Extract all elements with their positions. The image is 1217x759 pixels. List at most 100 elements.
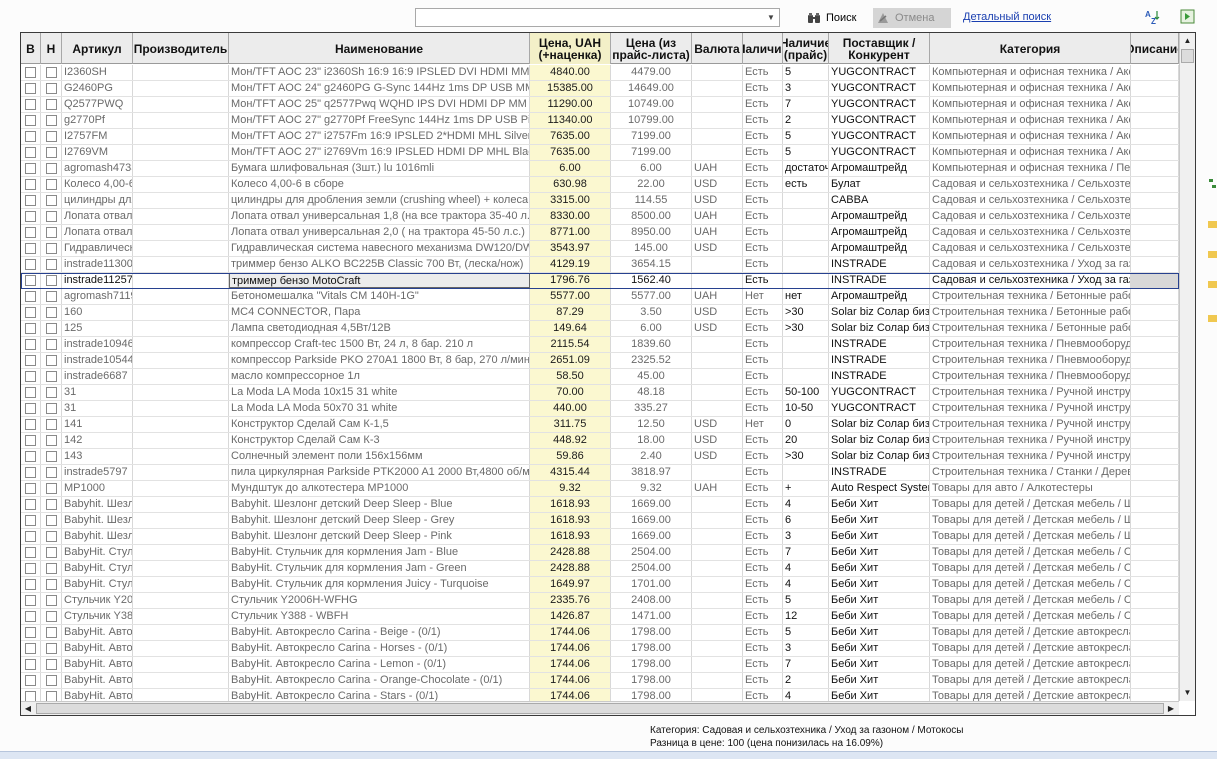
cell-manufacturer[interactable] bbox=[133, 417, 229, 432]
cell-availability-price[interactable]: 5 bbox=[783, 65, 829, 80]
cell-currency[interactable] bbox=[692, 337, 743, 352]
cell-currency[interactable] bbox=[692, 465, 743, 480]
cell-name[interactable]: компрессор Parkside PKO 270A1 1800 Вт, 8… bbox=[229, 353, 530, 368]
cell-name[interactable]: Лампа светодиодная 4,5Вт/12В bbox=[229, 321, 530, 336]
cell-supplier[interactable]: Solar biz Солар биз bbox=[829, 417, 930, 432]
row-checkbox-n[interactable] bbox=[41, 97, 62, 112]
row-checkbox-n[interactable] bbox=[41, 65, 62, 80]
cell-price-uah[interactable]: 1618.93 bbox=[530, 513, 611, 528]
cell-supplier[interactable]: INSTRADE bbox=[829, 337, 930, 352]
cell-supplier[interactable]: INSTRADE bbox=[829, 369, 930, 384]
cell-availability-price[interactable] bbox=[783, 193, 829, 208]
row-checkbox-n[interactable] bbox=[41, 433, 62, 448]
row-checkbox-n[interactable] bbox=[41, 641, 62, 656]
cell-description[interactable] bbox=[1131, 417, 1179, 432]
checkbox[interactable] bbox=[25, 595, 36, 606]
cell-article[interactable]: BabyHit. Стул bbox=[62, 577, 133, 592]
checkbox[interactable] bbox=[25, 227, 36, 238]
table-row[interactable]: Гидравлическ Гидравлическая система навес… bbox=[21, 241, 1179, 257]
checkbox[interactable] bbox=[25, 371, 36, 382]
cell-description[interactable] bbox=[1131, 625, 1179, 640]
checkbox[interactable] bbox=[25, 579, 36, 590]
cell-supplier[interactable]: Агромаштрейд bbox=[829, 241, 930, 256]
cell-name[interactable]: Бумага шлифовальная (3шт.) lu 1016mli bbox=[229, 161, 530, 176]
scroll-down-icon[interactable]: ▼ bbox=[1180, 685, 1195, 700]
table-row[interactable]: Колесо 4,00-6 Колесо 4,00-6 в сборе 630.98… bbox=[21, 177, 1179, 193]
cell-price-list[interactable]: 1798.00 bbox=[611, 641, 692, 656]
checkbox[interactable] bbox=[45, 387, 57, 398]
cell-supplier[interactable]: Агромаштрейд bbox=[829, 225, 930, 240]
cell-name[interactable]: Мон/TFT AOC 24" g2460PG G-Sync 144Hz 1ms… bbox=[229, 81, 530, 96]
cell-price-list[interactable]: 9.32 bbox=[611, 481, 692, 496]
row-checkbox-v[interactable] bbox=[21, 113, 41, 128]
column-header-currency[interactable]: Валюта bbox=[692, 33, 743, 64]
column-header-price-uah[interactable]: Цена, UAH (+наценка) bbox=[530, 33, 611, 64]
cell-price-uah[interactable]: 15385.00 bbox=[530, 81, 611, 96]
row-checkbox-v[interactable] bbox=[21, 401, 41, 416]
scroll-left-icon[interactable]: ◀ bbox=[21, 702, 35, 715]
cell-availability-price[interactable] bbox=[783, 209, 829, 224]
checkbox[interactable] bbox=[25, 611, 36, 622]
checkbox[interactable] bbox=[25, 627, 36, 638]
row-checkbox-v[interactable] bbox=[21, 689, 41, 701]
cell-price-list[interactable]: 5577.00 bbox=[611, 289, 692, 304]
row-checkbox-v[interactable] bbox=[21, 145, 41, 160]
cell-availability[interactable]: Есть bbox=[743, 545, 783, 560]
cell-article[interactable]: Babyhit. Шезл bbox=[62, 513, 133, 528]
checkbox[interactable] bbox=[45, 307, 57, 318]
cell-article[interactable]: agromash4733 bbox=[62, 161, 133, 176]
cell-availability[interactable]: Есть bbox=[743, 609, 783, 624]
cell-price-uah[interactable]: 1618.93 bbox=[530, 529, 611, 544]
table-row[interactable]: I2360SH Мон/TFT AOC 23" i2360Sh 16:9 16:9… bbox=[21, 65, 1179, 81]
row-checkbox-v[interactable] bbox=[21, 657, 41, 672]
cell-currency[interactable] bbox=[692, 657, 743, 672]
checkbox[interactable] bbox=[25, 675, 36, 686]
cell-name[interactable]: Мон/TFT AOC 27" i2769Vm 16:9 IPSLED HDMI… bbox=[229, 145, 530, 160]
checkbox[interactable] bbox=[45, 195, 57, 206]
checkbox[interactable] bbox=[45, 371, 57, 382]
table-row[interactable]: Babyhit. Шезл Babyhit. Шезлонг детский De… bbox=[21, 513, 1179, 529]
row-checkbox-n[interactable] bbox=[41, 593, 62, 608]
checkbox[interactable] bbox=[25, 531, 36, 542]
cell-description[interactable] bbox=[1131, 465, 1179, 480]
cell-description[interactable] bbox=[1131, 641, 1179, 656]
cell-availability[interactable]: Есть bbox=[743, 257, 783, 272]
row-checkbox-n[interactable] bbox=[41, 113, 62, 128]
cell-description[interactable] bbox=[1131, 241, 1179, 256]
cell-supplier[interactable]: Solar biz Солар биз bbox=[829, 449, 930, 464]
cell-supplier[interactable]: Беби Хит bbox=[829, 513, 930, 528]
row-checkbox-v[interactable] bbox=[21, 129, 41, 144]
cell-category[interactable]: Товары для детей / Детская мебель / Стул… bbox=[930, 561, 1131, 576]
column-header-description[interactable]: Описание bbox=[1131, 33, 1179, 64]
row-checkbox-n[interactable] bbox=[41, 257, 62, 272]
cell-name[interactable]: Мон/TFT AOC 25" q2577Pwq WQHD IPS DVI HD… bbox=[229, 97, 530, 112]
cell-currency[interactable] bbox=[692, 129, 743, 144]
cell-article[interactable]: Q2577PWQ bbox=[62, 97, 133, 112]
row-checkbox-v[interactable] bbox=[21, 529, 41, 544]
cell-price-uah[interactable]: 70.00 bbox=[530, 385, 611, 400]
cell-currency[interactable]: UAH bbox=[692, 209, 743, 224]
row-checkbox-n[interactable] bbox=[41, 193, 62, 208]
cell-availability-price[interactable]: 7 bbox=[783, 97, 829, 112]
cell-price-list[interactable]: 8950.00 bbox=[611, 225, 692, 240]
cell-category[interactable]: Строительная техника / Ручной инструмент bbox=[930, 385, 1131, 400]
advanced-search-link[interactable]: Детальный поиск bbox=[963, 11, 1051, 23]
row-checkbox-v[interactable] bbox=[21, 481, 41, 496]
cell-manufacturer[interactable] bbox=[133, 529, 229, 544]
row-checkbox-v[interactable] bbox=[21, 353, 41, 368]
cell-price-uah[interactable]: 630.98 bbox=[530, 177, 611, 192]
checkbox[interactable] bbox=[45, 643, 57, 654]
row-checkbox-n[interactable] bbox=[41, 241, 62, 256]
cell-currency[interactable] bbox=[692, 625, 743, 640]
cell-article[interactable]: Babyhit. Шезл bbox=[62, 529, 133, 544]
cell-description[interactable] bbox=[1131, 129, 1179, 144]
cell-category[interactable]: Строительная техника / Станки / Деревооб… bbox=[930, 465, 1131, 480]
cell-availability[interactable]: Есть bbox=[743, 433, 783, 448]
cell-description[interactable] bbox=[1131, 657, 1179, 672]
cell-availability-price[interactable]: 10-50 bbox=[783, 401, 829, 416]
cell-price-list[interactable]: 3.50 bbox=[611, 305, 692, 320]
cell-description[interactable] bbox=[1131, 609, 1179, 624]
table-row[interactable]: instrade11257 триммер бензо MotoCraft 1796… bbox=[21, 273, 1179, 289]
cell-article[interactable]: 125 bbox=[62, 321, 133, 336]
cell-price-list[interactable]: 8500.00 bbox=[611, 209, 692, 224]
